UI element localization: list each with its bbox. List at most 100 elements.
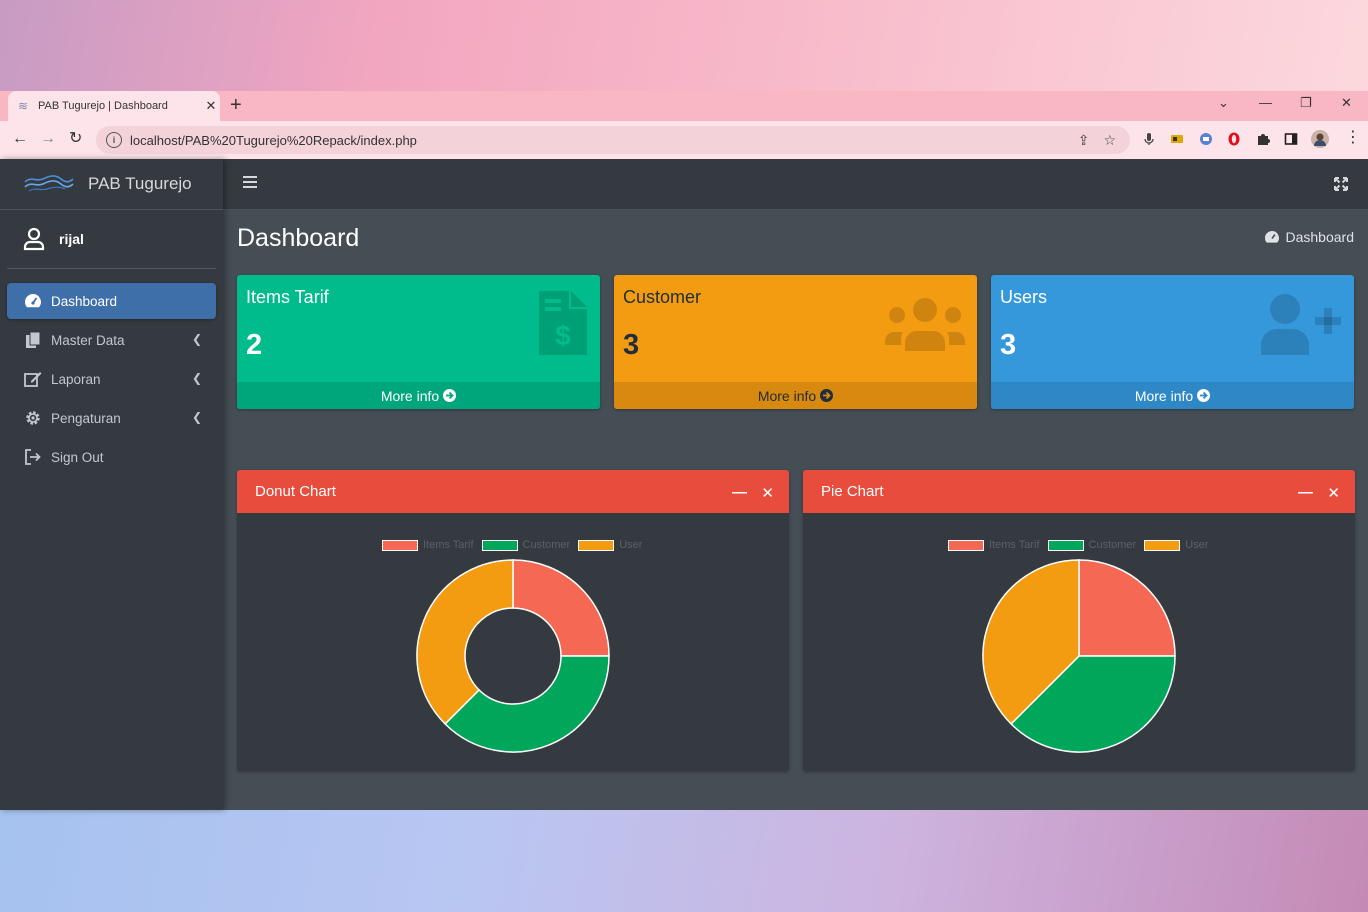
svg-text:$: $ <box>555 320 571 351</box>
brand-logo <box>24 175 74 192</box>
gear-icon <box>23 409 43 427</box>
sidebar-item-label: Master Data <box>51 332 125 348</box>
extension-icon[interactable] <box>1199 132 1213 146</box>
more-info-label: More info <box>1134 387 1194 404</box>
sidebar-item-dashboard[interactable]: Dashboard <box>7 283 216 319</box>
chevron-left-icon: ❮ <box>191 371 202 385</box>
card-title: Pie Chart <box>821 483 884 500</box>
brand-text: PAB Tugurejo <box>88 174 192 193</box>
stat-label: Users <box>1000 287 1048 307</box>
puzzle-icon[interactable] <box>1256 132 1270 146</box>
chevron-left-icon: ❮ <box>191 332 202 346</box>
more-info-link[interactable]: More info <box>991 382 1354 409</box>
user-panel[interactable]: rijal <box>7 210 216 269</box>
site-info-icon[interactable]: i <box>106 132 122 148</box>
stat-box-customer: Customer 3 More info <box>614 275 977 409</box>
tachometer-icon <box>23 292 43 310</box>
address-bar[interactable]: i localhost/PAB%20Tugurejo%20Repack/inde… <box>96 126 1130 154</box>
fullscreen-icon[interactable] <box>1334 177 1348 191</box>
users-icon <box>885 298 965 351</box>
card-header: Donut Chart — ✕ <box>237 470 789 513</box>
close-icon[interactable]: ✕ <box>761 484 774 502</box>
tab-search-icon[interactable]: ⌄ <box>1218 95 1229 111</box>
chart-slice-items-tarif[interactable] <box>512 559 610 657</box>
top-navbar <box>223 159 1368 210</box>
pie-chart <box>982 559 1176 753</box>
breadcrumb[interactable]: Dashboard <box>1264 229 1355 245</box>
url-text: localhost/PAB%20Tugurejo%20Repack/index.… <box>130 132 417 148</box>
stat-box-users: Users 3 More info <box>991 275 1354 409</box>
sidebar-item-label: Dashboard <box>51 293 118 309</box>
side-panel-icon[interactable] <box>1284 132 1298 146</box>
chart-slice-items-tarif[interactable] <box>1078 559 1176 657</box>
pie-chart-card: Pie Chart — ✕ Items Tarif Customer User <box>803 470 1355 771</box>
user-icon <box>23 227 45 251</box>
browser-tab-bar: ≋ PAB Tugurejo | Dashboard ✕ + ⌄ — ❐ ✕ <box>0 91 1368 121</box>
new-tab-button[interactable]: + <box>230 95 242 115</box>
sidebar-item-label: Pengaturan <box>51 410 121 426</box>
arrow-circle-right-icon <box>1197 389 1211 402</box>
file-invoice-dollar-icon: $ <box>539 291 587 355</box>
chevron-left-icon: ❮ <box>191 410 202 424</box>
bookmark-star-icon[interactable]: ☆ <box>1103 132 1116 149</box>
stat-value: 3 <box>1000 329 1017 361</box>
sidebar: PAB Tugurejo rijal Dashboard Master Data <box>0 159 223 810</box>
more-info-label: More info <box>757 387 817 404</box>
opera-icon[interactable] <box>1227 132 1241 146</box>
close-tab-icon[interactable]: ✕ <box>202 98 220 114</box>
sign-out-icon <box>23 448 43 466</box>
forward-icon[interactable]: → <box>40 130 56 148</box>
brand-link[interactable]: PAB Tugurejo <box>0 159 223 210</box>
minimize-button[interactable]: — <box>1259 95 1272 110</box>
card-header: Pie Chart — ✕ <box>803 470 1355 513</box>
sidebar-item-label: Laporan <box>51 371 101 387</box>
sidebar-item-sign-out[interactable]: Sign Out <box>7 439 216 475</box>
tab-title: PAB Tugurejo | Dashboard <box>38 100 168 112</box>
back-icon[interactable]: ← <box>12 130 28 148</box>
extension-icon[interactable] <box>1170 132 1184 146</box>
sidebar-item-master-data[interactable]: Master Data ❮ <box>7 322 216 358</box>
donut-chart-card: Donut Chart — ✕ Items Tarif Customer User <box>237 470 789 771</box>
restore-button[interactable]: ❐ <box>1300 95 1312 111</box>
tachometer-icon <box>1264 231 1279 243</box>
edit-icon <box>23 370 43 388</box>
close-icon[interactable]: ✕ <box>1327 484 1340 502</box>
favicon-icon: ≋ <box>18 99 29 113</box>
browser-toolbar: ← → ↻ i localhost/PAB%20Tugurejo%20Repac… <box>0 121 1368 159</box>
stat-box-items-tarif: Items Tarif 2 $ More info <box>237 275 600 409</box>
arrow-circle-right-icon <box>820 389 834 402</box>
breadcrumb-label: Dashboard <box>1285 229 1355 245</box>
card-title: Donut Chart <box>255 483 336 500</box>
stat-value: 2 <box>246 329 263 361</box>
share-icon[interactable]: ⇪ <box>1078 132 1090 149</box>
desktop-background-bottom <box>0 810 1368 912</box>
user-plus-icon <box>1261 294 1341 355</box>
more-info-label: More info <box>380 387 440 404</box>
microphone-icon[interactable] <box>1142 132 1156 146</box>
hamburger-menu-icon[interactable] <box>243 176 257 188</box>
page-title: Dashboard <box>237 224 360 252</box>
more-info-link[interactable]: More info <box>614 382 977 409</box>
sidebar-menu: Dashboard Master Data ❮ Laporan ❮ Pengat… <box>0 283 223 475</box>
sidebar-item-label: Sign Out <box>51 449 104 465</box>
browser-tab[interactable]: ≋ PAB Tugurejo | Dashboard ✕ <box>8 91 220 121</box>
user-name: rijal <box>59 231 84 247</box>
chart-slice-user[interactable] <box>416 559 514 725</box>
collapse-icon[interactable]: — <box>1298 484 1313 501</box>
stat-value: 3 <box>623 329 640 361</box>
browser-menu-icon[interactable]: ⋮ <box>1345 129 1361 147</box>
close-window-button[interactable]: ✕ <box>1341 95 1352 111</box>
profile-avatar[interactable] <box>1311 130 1329 148</box>
donut-chart <box>416 559 610 753</box>
stat-label: Customer <box>623 287 702 307</box>
more-info-link[interactable]: More info <box>237 382 600 409</box>
admin-app: PAB Tugurejo rijal Dashboard Master Data <box>0 159 1368 810</box>
collapse-icon[interactable]: — <box>732 484 747 501</box>
sidebar-item-laporan[interactable]: Laporan ❮ <box>7 361 216 397</box>
sidebar-item-pengaturan[interactable]: Pengaturan ❮ <box>7 400 216 436</box>
reload-icon[interactable]: ↻ <box>69 130 82 148</box>
copy-icon <box>23 331 43 349</box>
chart-slice-customer[interactable] <box>444 655 610 753</box>
stat-label: Items Tarif <box>246 287 329 307</box>
arrow-circle-right-icon <box>443 389 457 402</box>
